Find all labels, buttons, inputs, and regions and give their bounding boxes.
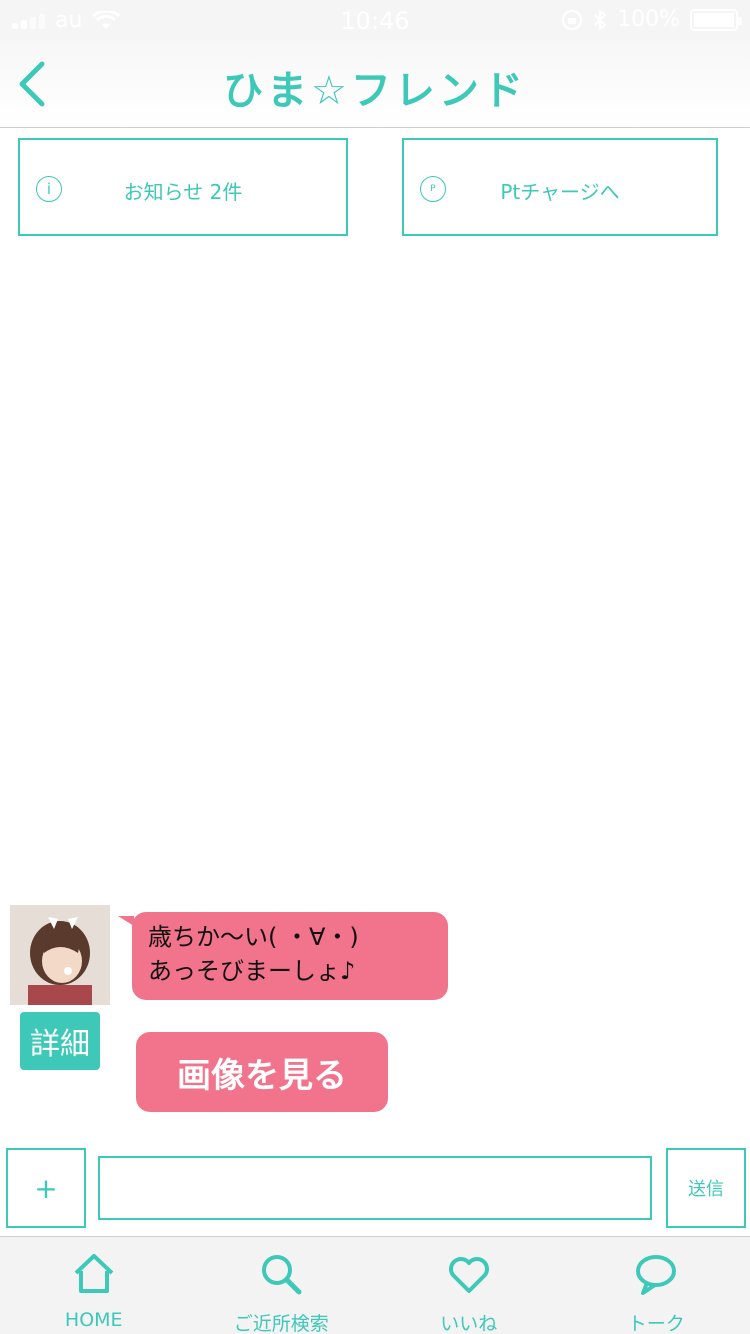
tab-bar: HOME ご近所検索 いいね トーク	[0, 1236, 750, 1334]
tab-nearby-search[interactable]: ご近所検索	[188, 1237, 376, 1334]
tab-home-label: HOME	[64, 1309, 123, 1331]
tab-likes-label: いいね	[440, 1313, 498, 1334]
news-button[interactable]: i お知らせ 2件	[18, 138, 348, 236]
message-line: あっそびまーしょ♪	[148, 957, 356, 985]
view-image-button[interactable]: 画像を見る	[136, 1032, 388, 1112]
battery-percent: 100%	[617, 7, 680, 32]
message-bubble: 歳ちか〜い( ・∀・) あっそびまーしょ♪	[118, 912, 448, 1000]
avatar-photo	[10, 905, 110, 1005]
status-bar: au 10:46 100%	[0, 0, 750, 40]
message-input[interactable]	[98, 1156, 652, 1220]
add-attachment-button[interactable]: +	[6, 1148, 86, 1228]
nav-bar: ひま☆フレンド	[0, 40, 750, 128]
speech-bubble-icon	[636, 1255, 677, 1295]
orientation-lock-icon	[562, 9, 583, 30]
send-button[interactable]: 送信	[666, 1148, 746, 1228]
bluetooth-icon	[594, 8, 607, 31]
status-right: 100%	[561, 7, 742, 32]
tab-home[interactable]: HOME	[0, 1237, 188, 1334]
battery-icon	[690, 8, 742, 31]
home-icon	[74, 1254, 114, 1293]
tab-talk-label: トーク	[627, 1313, 685, 1334]
point-charge-label: Ptチャージへ	[500, 180, 620, 204]
avatar[interactable]	[10, 905, 110, 1005]
app-logo-title: ひま☆フレンド	[223, 68, 527, 114]
point-charge-button[interactable]: P Ptチャージへ	[402, 138, 718, 236]
tab-talk[interactable]: トーク	[563, 1237, 750, 1334]
tab-nearby-search-label: ご近所検索	[233, 1313, 329, 1334]
detail-button[interactable]: 詳細	[20, 1012, 100, 1070]
message-line: 歳ちか〜い( ・∀・)	[148, 923, 359, 951]
heart-icon	[448, 1257, 489, 1293]
search-icon	[262, 1255, 302, 1295]
tab-likes[interactable]: いいね	[375, 1237, 563, 1334]
news-button-label: お知らせ 2件	[123, 180, 243, 204]
